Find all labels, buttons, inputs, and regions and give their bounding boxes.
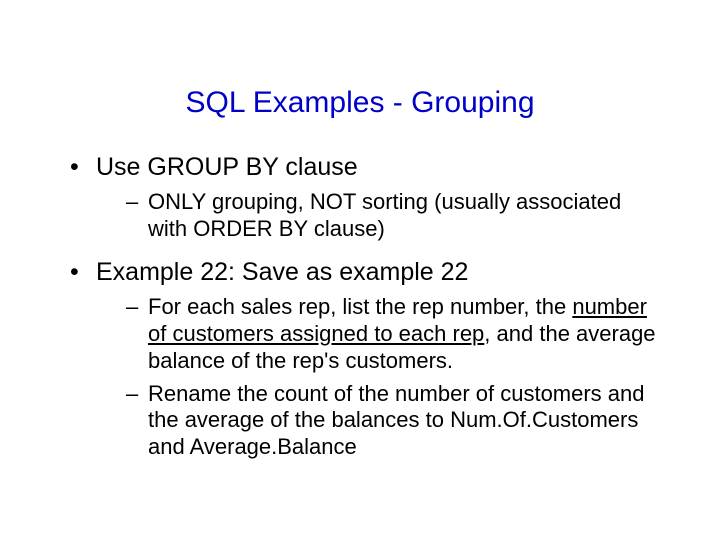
sub-list: ONLY grouping, NOT sorting (usually asso… xyxy=(96,189,660,243)
sub-item: Rename the count of the number of custom… xyxy=(126,381,660,461)
sub-list: For each sales rep, list the rep number,… xyxy=(96,294,660,461)
sub-text-pre: For each sales rep, list the rep number,… xyxy=(148,294,572,319)
bullet-item: Use GROUP BY clause ONLY grouping, NOT s… xyxy=(70,152,660,243)
bullet-item: Example 22: Save as example 22 For each … xyxy=(70,257,660,461)
bullet-text: Use GROUP BY clause xyxy=(96,153,358,181)
sub-text: Rename the count of the number of custom… xyxy=(148,381,645,460)
sub-text: ONLY grouping, NOT sorting (usually asso… xyxy=(148,189,621,241)
slide-title: SQL Examples - Grouping xyxy=(60,86,660,120)
sub-item: ONLY grouping, NOT sorting (usually asso… xyxy=(126,189,660,243)
sub-item: For each sales rep, list the rep number,… xyxy=(126,294,660,374)
bullet-list: Use GROUP BY clause ONLY grouping, NOT s… xyxy=(60,152,660,461)
bullet-text: Example 22: Save as example 22 xyxy=(96,258,468,286)
slide: SQL Examples - Grouping Use GROUP BY cla… xyxy=(0,0,720,540)
